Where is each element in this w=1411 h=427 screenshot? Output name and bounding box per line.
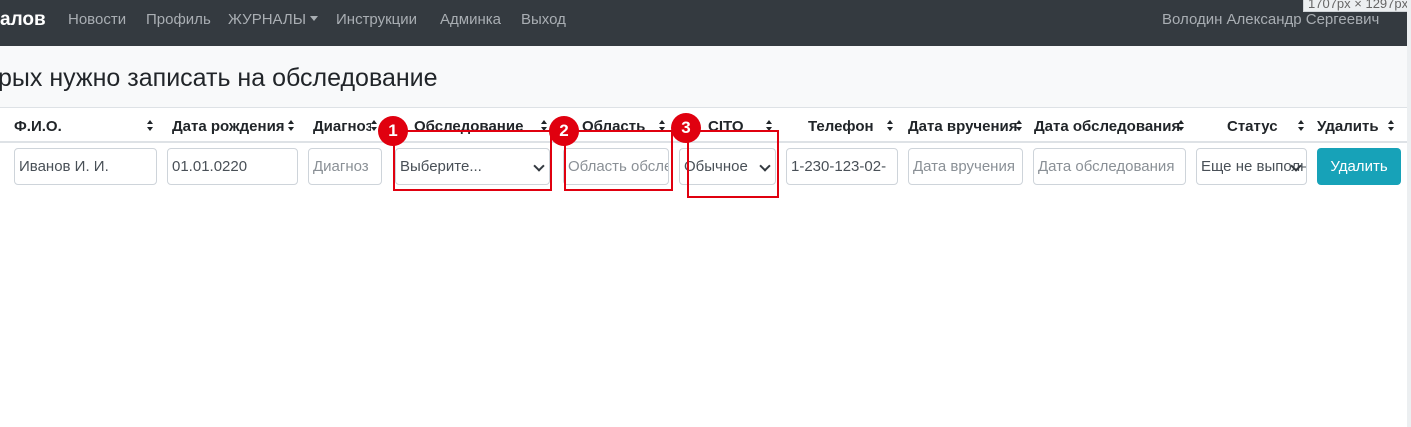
phone-input[interactable]: 1-230-123-02- (786, 148, 898, 185)
current-user[interactable]: Володин Александр Сергеевич (1162, 11, 1379, 28)
column-header-handover-date[interactable]: Дата вручения (908, 118, 1020, 135)
delete-button[interactable]: Удалить (1317, 148, 1401, 185)
birth-date-input[interactable]: 01.01.0220 (167, 148, 298, 185)
annotation-marker-3: 3 (671, 113, 701, 143)
handover-date-input[interactable]: Дата вручения (908, 148, 1023, 185)
nav-link-logout[interactable]: Выход (521, 11, 566, 28)
sort-icon[interactable] (887, 120, 894, 132)
nav-link-admin[interactable]: Админка (440, 11, 501, 28)
sort-icon[interactable] (1298, 120, 1305, 132)
nav-link-instructions[interactable]: Инструкции (336, 11, 417, 28)
page-title: рых нужно записать на обследование (0, 64, 438, 92)
nav-link-journals-label: ЖУРНАЛЫ (228, 11, 307, 28)
window-edge (1407, 0, 1411, 427)
sort-icon[interactable] (147, 120, 154, 132)
highlight-box-exam (393, 130, 552, 191)
nav-link-profile[interactable]: Профиль (146, 11, 211, 28)
column-header-diagnosis[interactable]: Диагноз (313, 118, 371, 135)
exam-date-input[interactable]: Дата обследования (1033, 148, 1186, 185)
column-header-status[interactable]: Статус (1227, 118, 1278, 135)
navbar-brand[interactable]: алов (0, 9, 46, 31)
sort-icon[interactable] (371, 120, 378, 132)
dimension-badge: 1707px × 1297px (1303, 0, 1411, 12)
highlight-box-area (564, 130, 673, 191)
nav-link-news[interactable]: Новости (68, 11, 126, 28)
fio-input[interactable]: Иванов И. И. (14, 148, 157, 185)
annotation-marker-1: 1 (378, 116, 408, 146)
highlight-box-cito (687, 130, 779, 198)
status-select[interactable]: Еще не выполнено (1196, 148, 1307, 185)
sort-icon[interactable] (1016, 120, 1023, 132)
column-header-delete[interactable]: Удалить (1317, 118, 1379, 135)
annotation-marker-2: 2 (549, 116, 579, 146)
top-navbar: алов Новости Профиль ЖУРНАЛЫ Инструкции … (0, 0, 1407, 46)
column-header-fio[interactable]: Ф.И.О. (14, 118, 62, 135)
diagnosis-input[interactable]: Диагноз (308, 148, 382, 185)
page-header: рых нужно записать на обследование (0, 46, 1407, 108)
sort-icon[interactable] (288, 120, 295, 132)
sort-icon[interactable] (1178, 120, 1185, 132)
column-header-phone[interactable]: Телефон (808, 118, 874, 135)
nav-link-journals[interactable]: ЖУРНАЛЫ (228, 11, 319, 28)
column-header-birth-date[interactable]: Дата рождения (172, 118, 285, 135)
column-header-exam-date[interactable]: Дата обследования (1034, 118, 1180, 135)
caret-down-icon (310, 16, 319, 21)
sort-icon[interactable] (1388, 120, 1395, 132)
